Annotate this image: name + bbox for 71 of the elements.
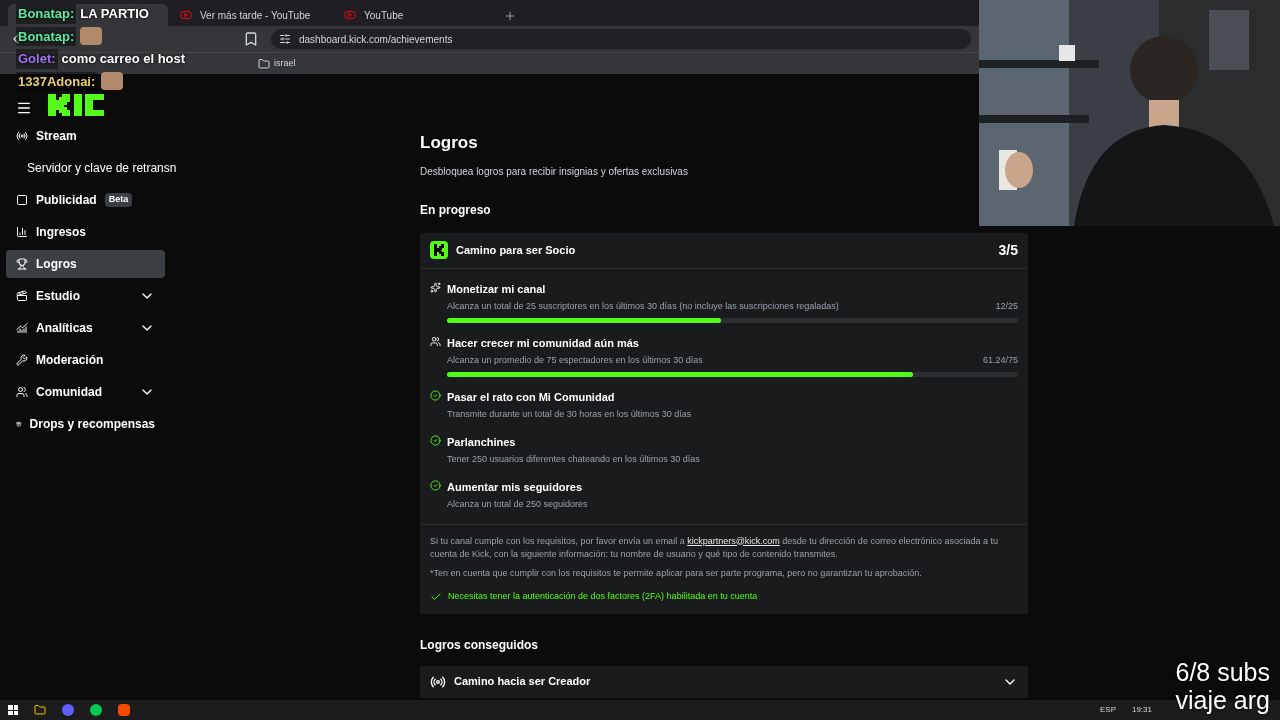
community-icon [16,386,28,398]
goal-description: Transmite durante un total de 30 horas en los últimos 30 días [447,408,692,421]
chat-username: 1337Adonai: [16,71,98,91]
new-tab-icon[interactable] [504,10,516,22]
sidebar-item[interactable]: Servidor y clave de retransn [6,154,206,182]
sidebar-item[interactable]: Moderación [6,346,165,374]
goal-title: Pasar el rato con Mi Comunidad [447,389,616,405]
section-heading: En progreso [420,201,492,219]
site-settings-icon [279,33,291,45]
sidebar-item[interactable]: Estudio [6,282,165,310]
chat-username: Bonatap: [16,4,77,24]
sidebar-item[interactable]: Logros [6,250,165,278]
goal-description: Alcanza un total de 25 suscriptores en los últimos 30 días (no incluye las suscripciones regaladas) [447,300,839,313]
sidebar-item[interactable]: Stream [6,122,165,150]
section-heading: Logros conseguidos [420,636,539,654]
play-icon [344,9,356,21]
start-icon[interactable] [8,705,18,715]
folder-icon[interactable] [34,704,46,716]
moderation-icon [16,354,28,366]
language-indicator[interactable]: ESP [1099,704,1116,716]
progress-count: 3/5 [998,240,1018,260]
chat-username: Golet: [16,49,58,69]
goal-reading: 12/25 [995,300,1018,313]
bookmark-folder[interactable]: israel [258,56,296,71]
music-app-icon[interactable] [90,704,102,716]
goal-title: Monetizar mi canal [447,281,547,297]
chat-message: como carreo el host [61,50,186,68]
page-subtitle: Desbloquea logros para recibir insignias y ofertas exclusivas [420,164,689,179]
goal-title: Parlanchines [447,434,517,450]
card-title: Camino para ser Socio [456,242,576,258]
disclaimer: *Ten en cuenta que cumplir con los requisitos te permite aplicar para ser parte programa, pero no garantizan tu aprobación. [430,566,923,580]
email-link[interactable]: kickpartners@kick.com [687,535,780,546]
goal-description: Alcanza un promedio de 75 espectadores en los últimos 30 días [447,354,703,367]
sidebar-item[interactable]: Publicidad Beta [6,186,165,214]
goal-description: Tener 250 usuarios diferentes chateando en los últimos 30 días [447,453,700,466]
kick-logo-icon[interactable] [48,94,104,116]
beta-badge: Beta [104,193,133,207]
play-icon [180,9,192,21]
goal-title: Aumentar mis seguidores [447,479,584,495]
menu-icon[interactable] [16,100,32,116]
address-bar[interactable]: dashboard.kick.com/achievements [271,29,971,49]
browser-tab[interactable] [8,4,168,26]
ads-icon [16,194,28,206]
page-title: Logros [420,132,479,154]
stream-icon [16,130,28,142]
goal-reading: 61.24/75 [982,354,1018,367]
achievement-row[interactable]: Camino hacia ser Creador [420,665,1028,698]
browser-tab[interactable]: Ver más tarde - YouTube [172,4,332,26]
sidebar-item[interactable]: Ingresos [6,218,165,246]
goal-description: Alcanza un total de 250 seguidores [447,498,588,511]
clock[interactable]: 19:31 [1131,704,1152,716]
kick-logo-icon [430,241,448,259]
chat-username: Bonatap: [16,26,77,46]
sidebar-item[interactable]: Comunidad [6,378,165,406]
requirement-text: Necesitas tener la autenticación de dos factores (2FA) habilitada en tu cuenta [448,590,758,603]
folder-icon [258,57,270,70]
chat-message: LA PARTIO [80,5,149,23]
studio-icon [16,290,28,302]
chat-app-icon[interactable] [62,704,74,716]
sidebar-item[interactable]: Analíticas [6,314,165,342]
subs-goal-text: 6/8 subs [1175,658,1270,686]
browser-icon[interactable] [118,704,130,716]
bookmark-icon[interactable] [243,31,259,47]
stream-title-text: viaje arg [1175,686,1270,714]
trophy-icon [16,258,28,270]
partner-note: Si tu canal cumple con los requisitos, por favor envía un email a kickpartners@kick.com desde tu dirección de correo electrónico asociada a tu cuenta de Kick, con la siguiente información: tu nombre de usuario y qué tipo de contenido transmites. [430,534,999,561]
income-icon [16,226,28,238]
goal-title: Hacer crecer mi comunidad aún más [447,335,640,351]
analytics-icon [16,322,28,334]
browser-tab[interactable]: YouTube [336,4,496,26]
sidebar-item[interactable]: Drops y recompensas [6,410,165,438]
